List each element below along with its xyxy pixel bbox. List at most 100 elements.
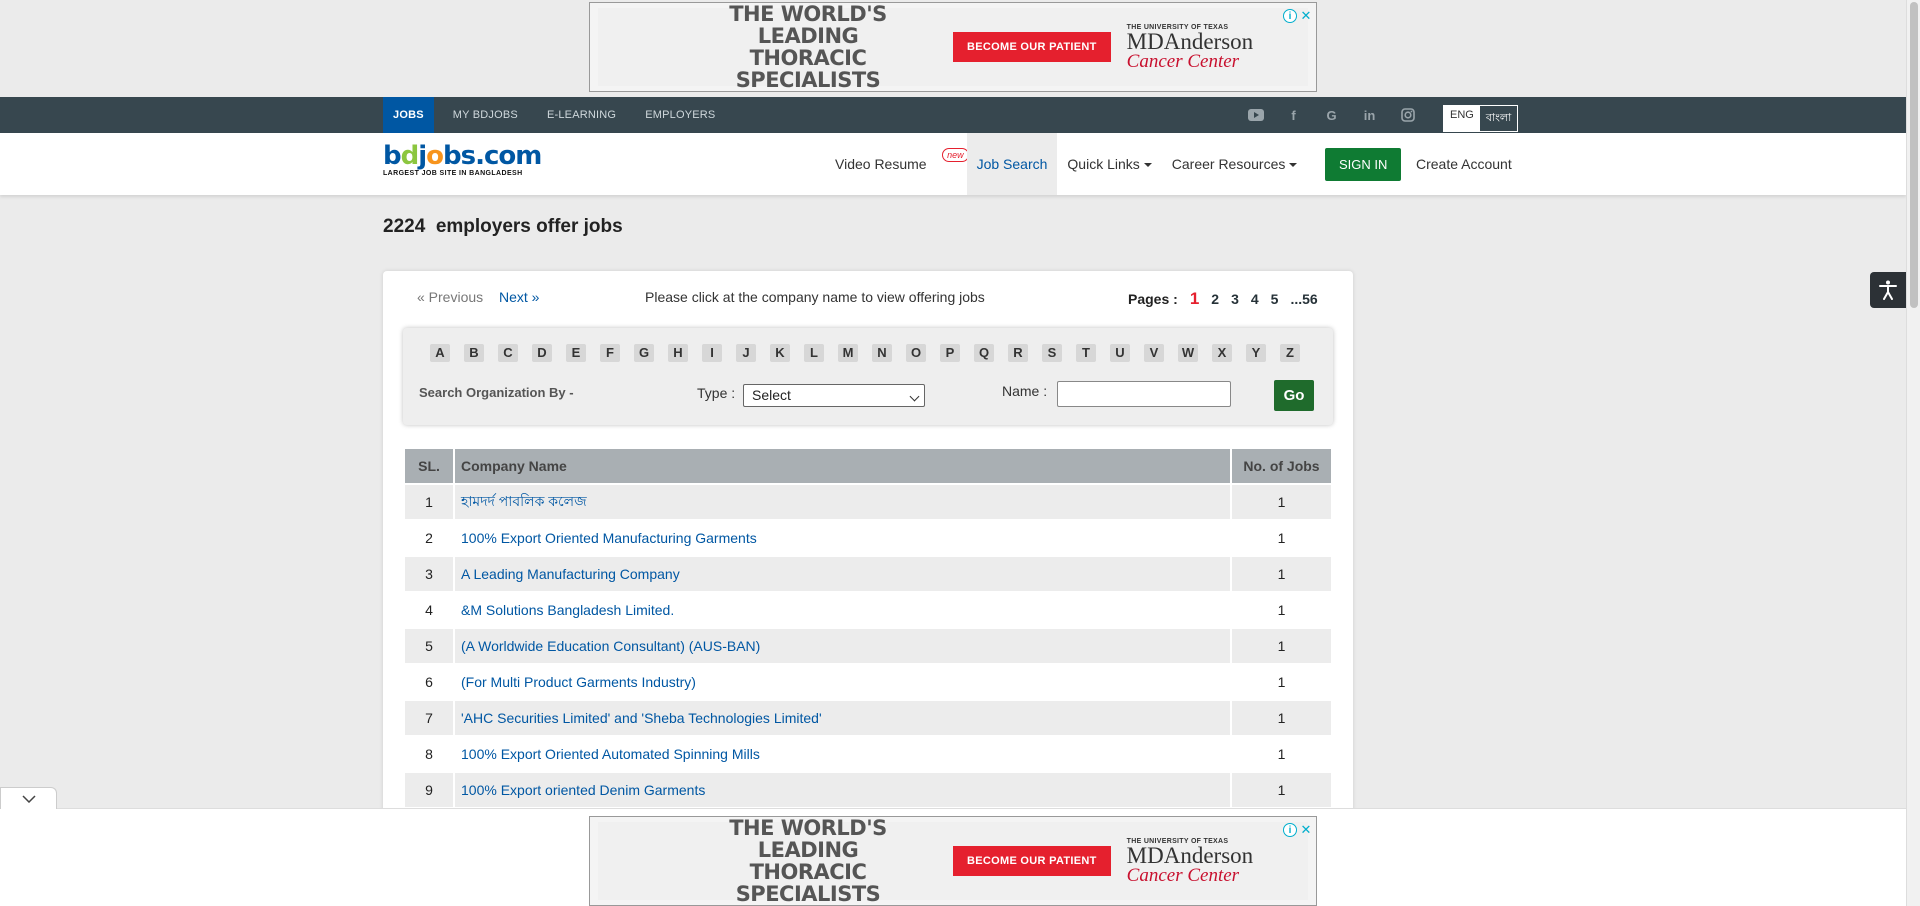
ad-cta-button[interactable]: BECOME OUR PATIENT (953, 846, 1111, 876)
language-switcher: ENG বাংলা (1443, 105, 1519, 132)
bdjobs-logo[interactable]: bdjobs.com LARGEST JOB SITE IN BANGLADES… (383, 143, 542, 177)
instagram-icon[interactable] (1397, 106, 1418, 124)
sign-in-button[interactable]: SIGN IN (1325, 148, 1402, 181)
chevron-down-icon (1143, 163, 1152, 168)
row-sl: 8 (405, 737, 453, 771)
jobs-count: 1 (1232, 485, 1331, 519)
page-1[interactable]: 1 (1190, 289, 1199, 309)
company-link[interactable]: হামদর্দ পাবলিক কলেজ (455, 485, 1230, 519)
company-link[interactable]: 100% Export Oriented Manufacturing Garme… (455, 521, 1230, 555)
social-links: f G in (1245, 106, 1418, 124)
create-account-link[interactable]: Create Account (1416, 156, 1512, 172)
nav-e-learning[interactable]: E-LEARNING (537, 97, 626, 133)
letter-e[interactable]: E (566, 344, 586, 362)
job-search-link[interactable]: Job Search (966, 133, 1058, 195)
organization-filter-panel: ABCDEFGHIJKLMNOPQRSTUVWXYZ Search Organi… (403, 328, 1333, 425)
row-sl: 9 (405, 773, 453, 807)
pages-label: Pages : (1128, 291, 1178, 307)
jobs-count: 1 (1232, 629, 1331, 663)
lang-bangla[interactable]: বাংলা (1479, 106, 1518, 131)
bottom-advertisement[interactable]: THE WORLD'S LEADING THORACIC SPECIALISTS… (589, 816, 1317, 906)
letter-c[interactable]: C (498, 344, 518, 362)
ad-close-icon[interactable]: ✕ (1299, 823, 1313, 837)
career-resources-dropdown[interactable]: Career Resources (1162, 133, 1308, 195)
letter-q[interactable]: Q (974, 344, 994, 362)
letter-o[interactable]: O (906, 344, 926, 362)
company-link[interactable]: 'AHC Securities Limited' and 'Sheba Tech… (455, 701, 1230, 735)
letter-x[interactable]: X (1212, 344, 1232, 362)
page-4[interactable]: 4 (1251, 291, 1259, 307)
letter-j[interactable]: J (736, 344, 756, 362)
letter-h[interactable]: H (668, 344, 688, 362)
letter-y[interactable]: Y (1246, 344, 1266, 362)
ad-cta-button[interactable]: BECOME OUR PATIENT (953, 32, 1111, 62)
quick-links-dropdown[interactable]: Quick Links (1057, 133, 1161, 195)
letter-w[interactable]: W (1178, 344, 1198, 362)
letter-t[interactable]: T (1076, 344, 1096, 362)
jobs-count: 1 (1232, 557, 1331, 591)
linkedin-icon[interactable]: in (1359, 106, 1380, 124)
letter-i[interactable]: I (702, 344, 722, 362)
ad-info-icon[interactable]: i (1283, 823, 1297, 837)
row-sl: 6 (405, 665, 453, 699)
letter-b[interactable]: B (464, 344, 484, 362)
table-row: 5 (A Worldwide Education Consultant) (AUS… (405, 629, 1331, 663)
letter-d[interactable]: D (532, 344, 552, 362)
top-advertisement[interactable]: THE WORLD'S LEADING THORACIC SPECIALISTS… (589, 2, 1317, 92)
company-link[interactable]: A Leading Manufacturing Company (455, 557, 1230, 591)
nav-jobs[interactable]: JOBS (383, 97, 434, 133)
letter-u[interactable]: U (1110, 344, 1130, 362)
ad-headline: THE WORLD'S LEADING THORACIC SPECIALISTS (729, 2, 887, 92)
letter-f[interactable]: F (600, 344, 620, 362)
letter-l[interactable]: L (804, 344, 824, 362)
company-link[interactable]: (A Worldwide Education Consultant) (AUS-… (455, 629, 1230, 663)
next-page-link[interactable]: Next » (499, 289, 539, 305)
letter-z[interactable]: Z (1280, 344, 1300, 362)
letter-p[interactable]: P (940, 344, 960, 362)
page-5[interactable]: 5 (1271, 291, 1279, 307)
letter-v[interactable]: V (1144, 344, 1164, 362)
company-link[interactable]: 100% Export oriented Denim Garments (455, 773, 1230, 807)
ad-brand-sub: Cancer Center (1126, 864, 1240, 886)
accessibility-button[interactable] (1870, 272, 1906, 308)
company-link[interactable]: 100% Export Oriented Automated Spinning … (455, 737, 1230, 771)
ad-info-icon[interactable]: i (1283, 9, 1297, 23)
page-scrollbar[interactable] (1906, 0, 1920, 906)
lang-english[interactable]: ENG (1444, 106, 1480, 131)
employers-table: SL. Company Name No. of Jobs 1 হামদর্দ পা… (403, 447, 1333, 809)
collapse-ad-button[interactable] (0, 787, 57, 809)
jobs-count: 1 (1232, 593, 1331, 627)
letter-m[interactable]: M (838, 344, 858, 362)
employers-card: « Previous Next » Please click at the co… (383, 271, 1353, 851)
ad-close-icon[interactable]: ✕ (1299, 9, 1313, 23)
career-resources-label: Career Resources (1171, 156, 1286, 172)
name-input[interactable] (1057, 381, 1231, 407)
nav-my-bdjobs[interactable]: MY BDJOBS (443, 97, 528, 133)
type-select[interactable]: Select (743, 384, 925, 407)
table-row: 2 100% Export Oriented Manufacturing Garm… (405, 521, 1331, 555)
nav-employers[interactable]: EMPLOYERS (635, 97, 725, 133)
facebook-icon[interactable]: f (1283, 106, 1304, 124)
letter-n[interactable]: N (872, 344, 892, 362)
letter-s[interactable]: S (1042, 344, 1062, 362)
letter-r[interactable]: R (1008, 344, 1028, 362)
video-resume-link[interactable]: Video Resume new (825, 133, 969, 195)
youtube-icon[interactable] (1245, 106, 1266, 124)
company-link[interactable]: (For Multi Product Garments Industry) (455, 665, 1230, 699)
header-navigation: Video Resume new Job Search Quick Links … (825, 133, 1307, 195)
letter-a[interactable]: A (430, 344, 450, 362)
page-2[interactable]: 2 (1211, 291, 1219, 307)
previous-page-link[interactable]: « Previous (417, 289, 483, 305)
type-label: Type : (697, 385, 736, 401)
page-last[interactable]: ...56 (1290, 291, 1317, 307)
ad-headline: THE WORLD'S LEADING THORACIC SPECIALISTS (729, 816, 887, 906)
page-3[interactable]: 3 (1231, 291, 1239, 307)
letter-g[interactable]: G (634, 344, 654, 362)
table-row: 7 'AHC Securities Limited' and 'Sheba Tec… (405, 701, 1331, 735)
google-icon[interactable]: G (1321, 106, 1342, 124)
letter-k[interactable]: K (770, 344, 790, 362)
go-button[interactable]: Go (1274, 380, 1314, 411)
scrollbar-thumb[interactable] (1910, 2, 1918, 308)
company-link[interactable]: &M Solutions Bangladesh Limited. (455, 593, 1230, 627)
chevron-down-icon (21, 794, 36, 803)
